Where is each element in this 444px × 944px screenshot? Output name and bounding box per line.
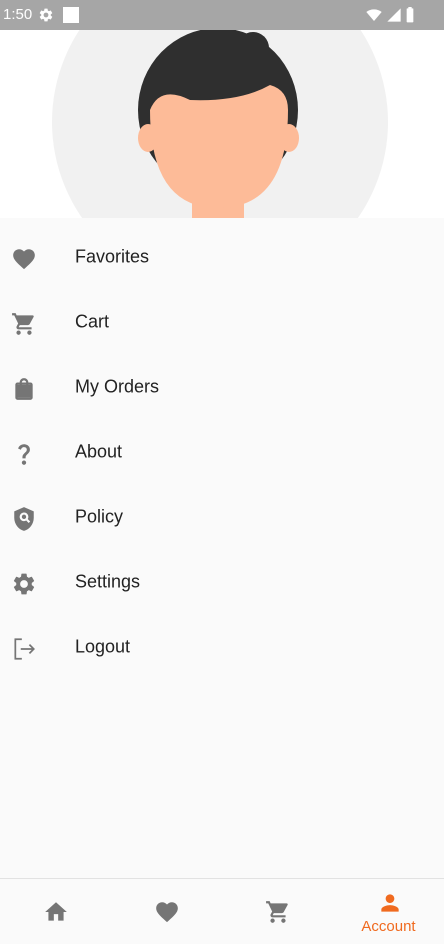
menu-item-label: Settings [75,571,141,592]
heart-icon [154,899,180,925]
battery-icon [406,7,414,23]
status-indicators [366,7,414,23]
home-icon [43,899,69,925]
settings-notification-icon [38,7,54,23]
menu-item-logout[interactable]: Logout [0,616,444,681]
menu-item-label: Policy [75,506,124,527]
nav-item-account[interactable]: Account [333,879,444,944]
gear-icon [11,571,37,597]
menu-item-settings[interactable]: Settings [0,551,444,616]
signal-icon [386,7,402,23]
person-icon [377,890,401,914]
nav-item-label: Account [361,918,416,935]
question-icon [11,441,37,467]
menu-item-about[interactable]: About [0,421,444,486]
notification-square-icon [63,7,79,23]
status-bar: 1:50 [0,0,444,30]
heart-icon [11,246,37,272]
avatar [52,30,388,218]
menu-item-label: Favorites [75,246,150,267]
menu-item-label: Cart [75,311,110,332]
profile-header [0,30,444,218]
nav-item-favorites[interactable] [111,879,222,944]
nav-item-home[interactable] [0,879,111,944]
shield-icon [11,506,37,532]
menu-item-label: Logout [75,636,131,657]
menu-item-favorites[interactable]: Favorites [0,226,444,291]
menu-item-label: My Orders [75,376,160,397]
menu-item-cart[interactable]: Cart [0,291,444,356]
status-time: 1:50 [3,6,33,23]
menu-item-my-orders[interactable]: My Orders [0,356,444,421]
nav-item-cart[interactable] [222,879,333,944]
logout-icon [11,636,37,662]
cart-icon [11,311,37,337]
bottom-navigation: Account [0,878,444,944]
wifi-icon [366,7,382,23]
menu-item-policy[interactable]: Policy [0,486,444,551]
menu-item-label: About [75,441,123,462]
cart-icon [265,899,291,925]
shopping-bag-icon [11,376,37,402]
